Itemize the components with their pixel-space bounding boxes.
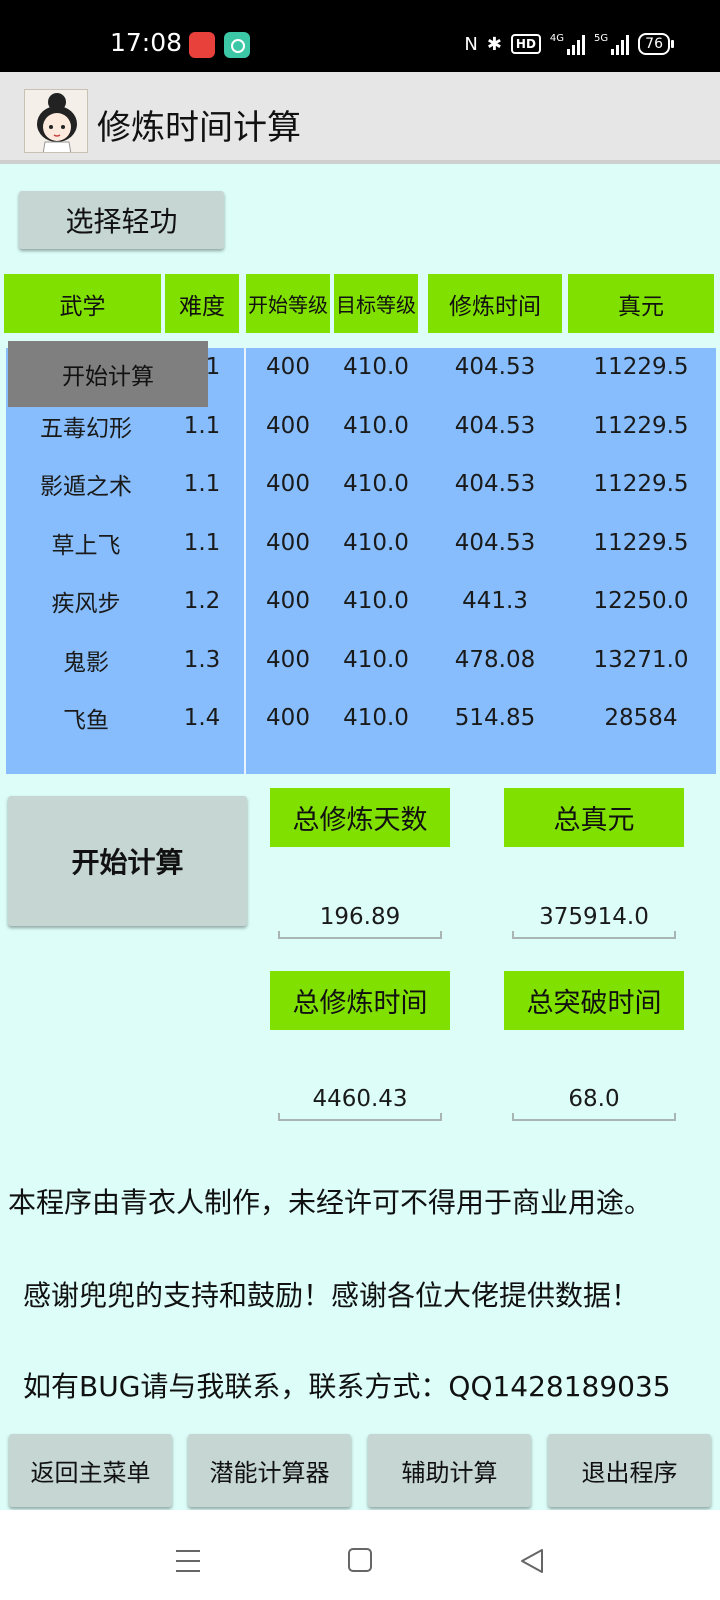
cell-train-time: 441.3 — [462, 588, 528, 614]
app-title: 修炼时间计算 — [97, 108, 301, 148]
total-zhenyuan-label: 总真元 — [504, 788, 684, 847]
cell-zhenyuan: 12250.0 — [593, 588, 689, 614]
cell-target-level: 410.0 — [343, 412, 409, 439]
cell-difficulty: 1.3 — [183, 646, 221, 673]
total-break-label: 总突破时间 — [504, 971, 684, 1030]
cell-target-level: 410.0 — [343, 705, 409, 731]
cell-zhenyuan: 11229.5 — [593, 354, 689, 380]
header-start-level: 开始等级 — [246, 274, 330, 333]
exit-button[interactable]: 退出程序 — [548, 1434, 711, 1507]
cell-start-level: 400 — [266, 588, 310, 614]
total-days-field[interactable]: 196.89 — [278, 897, 442, 939]
cell-skill: 疾风步 — [51, 591, 121, 617]
total-time-field[interactable]: 4460.43 — [278, 1079, 442, 1121]
select-skill-button[interactable]: 选择轻功 — [19, 191, 224, 249]
nfc-icon: N — [464, 33, 478, 55]
cell-start-level: 400 — [266, 412, 310, 439]
cell-difficulty: 1.1 — [183, 471, 221, 497]
total-days-label: 总修炼天数 — [270, 788, 450, 847]
start-calc-button[interactable]: 开始计算 — [8, 796, 247, 926]
cell-train-time: 404.53 — [454, 529, 536, 556]
cell-start-level: 400 — [266, 354, 310, 380]
potential-calc-button[interactable]: 潜能计算器 — [188, 1434, 351, 1507]
cell-target-level: 410.0 — [343, 588, 409, 614]
cell-skill: 影遁之术 — [40, 474, 132, 500]
cell-zhenyuan: 13271.0 — [593, 646, 689, 673]
cell-skill: 草上飞 — [51, 532, 121, 559]
action-bar: 修炼时间计算 — [0, 72, 720, 164]
signal-5g-icon: 5G — [594, 33, 630, 55]
notification-app-icon-2 — [224, 32, 250, 58]
cell-train-time: 404.53 — [454, 354, 536, 380]
cell-difficulty: 1.2 — [183, 588, 221, 614]
home-icon[interactable] — [348, 1548, 372, 1572]
cell-target-level: 410.0 — [343, 471, 409, 497]
header-zhenyuan: 真元 — [568, 274, 714, 333]
cell-zhenyuan: 11229.5 — [593, 471, 689, 497]
status-time: 17:08 — [110, 28, 183, 57]
hd-voice-icon: HD — [510, 34, 541, 54]
header-difficulty: 难度 — [165, 274, 239, 333]
header-skill: 武学 — [4, 274, 161, 333]
cell-skill: 飞鱼 — [63, 708, 109, 734]
total-zhenyuan-field[interactable]: 375914.0 — [512, 897, 676, 939]
assist-calc-button[interactable]: 辅助计算 — [368, 1434, 531, 1507]
cell-target-level: 410.0 — [343, 354, 409, 380]
cell-difficulty: 1.1 — [183, 529, 221, 556]
signal-4g-icon: 4G — [550, 33, 586, 55]
overlay-start-calc-button[interactable]: 开始计算 — [8, 341, 208, 407]
cell-skill: 鬼影 — [63, 649, 109, 676]
cell-start-level: 400 — [266, 705, 310, 731]
cell-train-time: 404.53 — [454, 412, 536, 439]
status-bar: 17:08 N ✱ HD 4G 5G 76 — [0, 0, 720, 72]
back-icon[interactable] — [520, 1548, 544, 1574]
cell-start-level: 400 — [266, 529, 310, 556]
notification-app-icon — [189, 32, 215, 58]
cell-train-time: 478.08 — [454, 646, 536, 673]
cell-zhenyuan: 11229.5 — [593, 412, 689, 439]
bluetooth-icon: ✱ — [486, 33, 502, 55]
cell-zhenyuan: 11229.5 — [593, 529, 689, 556]
cell-difficulty: 1.4 — [183, 705, 221, 731]
cell-train-time: 514.85 — [454, 705, 536, 731]
battery-icon: 76 — [638, 33, 674, 55]
total-break-field[interactable]: 68.0 — [512, 1079, 676, 1121]
cell-skill: 五毒幻形 — [40, 415, 132, 442]
cell-difficulty: 1.1 — [183, 412, 221, 439]
menu-icon[interactable] — [175, 1548, 201, 1574]
cell-train-time: 404.53 — [454, 471, 536, 497]
cell-zhenyuan: 28584 — [604, 705, 678, 731]
main-menu-button[interactable]: 返回主菜单 — [9, 1434, 172, 1507]
cell-start-level: 400 — [266, 646, 310, 673]
navigation-bar — [0, 1510, 720, 1600]
cell-start-level: 400 — [266, 471, 310, 497]
cell-target-level: 410.0 — [343, 529, 409, 556]
copyright-note: 本程序由青衣人制作，未经许可不得用于商业用途。 — [8, 1186, 653, 1219]
header-train-time: 修炼时间 — [428, 274, 562, 333]
cell-target-level: 410.0 — [343, 646, 409, 673]
contact-note: 如有BUG请与我联系，联系方式：QQ1428189035 — [23, 1370, 671, 1403]
app-logo-icon — [24, 89, 88, 153]
header-target-level: 目标等级 — [334, 274, 418, 333]
system-icons: N ✱ HD 4G 5G 76 — [464, 30, 674, 58]
thanks-note: 感谢兜兜的支持和鼓励！感谢各位大佬提供数据！ — [23, 1279, 640, 1312]
total-time-label: 总修炼时间 — [270, 971, 450, 1030]
